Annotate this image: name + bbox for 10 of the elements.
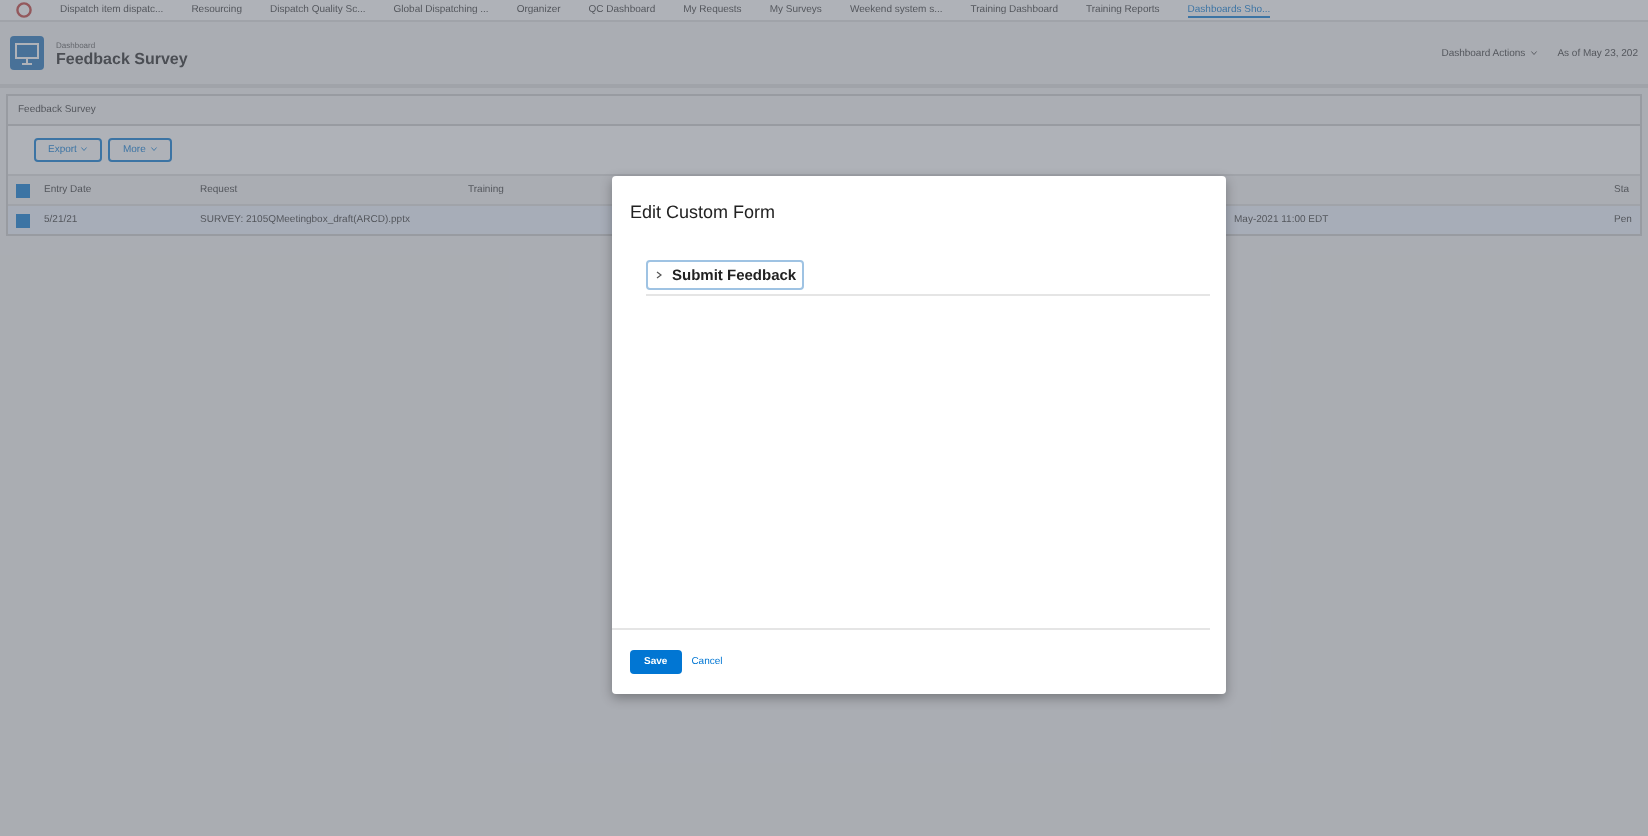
logo-icon xyxy=(16,2,32,18)
select-all-checkbox[interactable] xyxy=(16,183,30,197)
page-title: Feedback Survey xyxy=(56,49,190,67)
modal-title: Edit Custom Form xyxy=(628,200,778,222)
caret-icon xyxy=(80,146,89,152)
caret-icon xyxy=(1529,49,1538,55)
row-checkbox[interactable] xyxy=(16,213,30,227)
chevron-icon xyxy=(654,270,664,280)
dashboard-icon xyxy=(10,36,44,70)
caret-icon xyxy=(149,146,158,152)
